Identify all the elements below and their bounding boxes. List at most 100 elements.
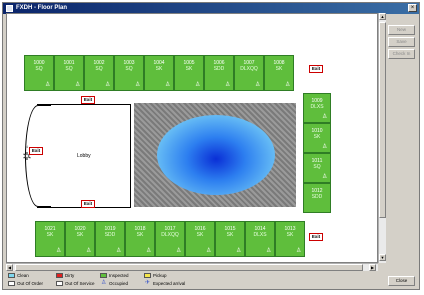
room-1015[interactable]: 1015 SK ♙ bbox=[215, 221, 245, 257]
occupied-icon: ♙ bbox=[285, 82, 291, 88]
legend-label: Pickup bbox=[153, 273, 167, 278]
status-legend: Clean Dirty Inspected Pickup Out Of Orde… bbox=[8, 273, 378, 289]
occupied-icon: ♙ bbox=[146, 248, 152, 254]
room-1007[interactable]: 1007 DLXQQ ♙ bbox=[234, 55, 264, 91]
room-1008[interactable]: 1008 SK ♙ bbox=[264, 55, 294, 91]
room-type: SQ bbox=[313, 164, 321, 170]
vertical-scroll-thumb[interactable] bbox=[379, 22, 386, 218]
room-1002[interactable]: 1002 SQ ♙ bbox=[84, 55, 114, 91]
room-type: SK bbox=[313, 134, 321, 140]
occupied-icon: ♙ bbox=[176, 248, 182, 254]
horizontal-scrollbar[interactable]: ◀ ▶ bbox=[6, 263, 378, 271]
close-button[interactable]: Close bbox=[388, 276, 415, 286]
room-1021[interactable]: 1021 SK ♙ bbox=[35, 221, 65, 257]
room-type: SQ bbox=[125, 66, 133, 72]
occupied-icon: ♙ bbox=[56, 248, 62, 254]
room-1001[interactable]: 1001 SQ ♙ bbox=[54, 55, 84, 91]
save-button[interactable]: Save bbox=[388, 37, 415, 47]
scroll-up-icon[interactable]: ▲ bbox=[379, 13, 386, 20]
occupied-icon: ♙ bbox=[255, 82, 261, 88]
room-1013[interactable]: 1013 SK ♙ bbox=[275, 221, 305, 257]
room-type: SK bbox=[46, 232, 54, 238]
room-type: DLXS bbox=[253, 232, 267, 238]
occupied-icon: ♙ bbox=[86, 248, 92, 254]
vertical-scrollbar[interactable]: ▲ ▼ bbox=[378, 13, 386, 263]
out-of-order-swatch bbox=[8, 281, 15, 286]
occupied-icon: ♙ bbox=[266, 248, 272, 254]
swimming-pool bbox=[157, 115, 275, 195]
legend-label: Clean bbox=[17, 273, 29, 278]
compass-north-label: N bbox=[25, 144, 28, 149]
occupied-icon: ♙ bbox=[101, 280, 107, 286]
out-of-service-swatch bbox=[56, 281, 63, 286]
room-type: SK bbox=[136, 232, 144, 238]
occupied-icon: ♙ bbox=[165, 82, 171, 88]
occupied-icon: ♙ bbox=[116, 248, 122, 254]
room-1018[interactable]: 1018 SK ♙ bbox=[125, 221, 155, 257]
room-1011[interactable]: 1011 SQ ♙ bbox=[303, 153, 331, 183]
occupied-icon: ♙ bbox=[105, 82, 111, 88]
scroll-right-icon[interactable]: ▶ bbox=[369, 264, 376, 271]
occupied-icon: ♙ bbox=[236, 248, 242, 254]
room-type: DLXQQ bbox=[240, 66, 258, 72]
room-1005[interactable]: 1005 SK ♙ bbox=[174, 55, 204, 91]
occupied-icon: ♙ bbox=[45, 82, 51, 88]
room-type: SDD bbox=[104, 232, 116, 238]
room-1016[interactable]: 1016 SK ♙ bbox=[185, 221, 215, 257]
room-1019[interactable]: 1019 SDD ♙ bbox=[95, 221, 125, 257]
room-type: SK bbox=[226, 232, 234, 238]
room-type: SDD bbox=[311, 194, 323, 200]
inspected-swatch bbox=[100, 273, 107, 278]
room-1000[interactable]: 1000 SQ ♙ bbox=[24, 55, 54, 91]
exit-sign-bottom-right: Exit bbox=[309, 233, 323, 241]
occupied-icon: ♙ bbox=[206, 248, 212, 254]
floor-plan-canvas: 1000 SQ ♙ 1001 SQ ♙ 1002 SQ ♙ 1003 SQ ♙ 1004 SK ♙ … bbox=[6, 13, 378, 263]
dirty-swatch bbox=[56, 273, 63, 278]
legend-label: Out Of Service bbox=[65, 281, 95, 286]
room-type: SK bbox=[76, 232, 84, 238]
room-type: SK bbox=[286, 232, 294, 238]
scroll-down-icon[interactable]: ▼ bbox=[379, 254, 386, 261]
room-1003[interactable]: 1003 SQ ♙ bbox=[114, 55, 144, 91]
room-type: SK bbox=[275, 66, 283, 72]
room-type: SQ bbox=[95, 66, 103, 72]
exit-sign-top-right: Exit bbox=[309, 65, 323, 73]
action-panel: New Save Check In Close bbox=[388, 13, 416, 288]
clean-swatch bbox=[8, 273, 15, 278]
check-in-button[interactable]: Check In bbox=[388, 49, 415, 59]
room-type: SQ bbox=[35, 66, 43, 72]
exit-sign-lobby-bottom: Exit bbox=[81, 200, 95, 208]
occupied-icon: ♙ bbox=[322, 114, 328, 120]
horizontal-scroll-thumb[interactable] bbox=[15, 264, 363, 271]
pickup-swatch bbox=[144, 273, 151, 278]
new-button[interactable]: New bbox=[388, 25, 415, 35]
room-1009[interactable]: 1009 DLXS ♙ bbox=[303, 93, 331, 123]
occupied-icon: ♙ bbox=[75, 82, 81, 88]
legend-label: Out Of Order bbox=[17, 281, 44, 286]
window-title: FXDH - Floor Plan bbox=[16, 5, 67, 11]
expected-arrival-icon: ✈ bbox=[145, 280, 151, 286]
room-1020[interactable]: 1020 SK ♙ bbox=[65, 221, 95, 257]
exit-sign-lobby-left: Exit bbox=[29, 147, 43, 155]
occupied-icon: ♙ bbox=[296, 248, 302, 254]
room-1014[interactable]: 1014 DLXS ♙ bbox=[245, 221, 275, 257]
close-window-icon[interactable]: × bbox=[408, 4, 417, 12]
room-type: SK bbox=[155, 66, 163, 72]
room-type: SK bbox=[185, 66, 193, 72]
room-1010[interactable]: 1010 SK ♙ bbox=[303, 123, 331, 153]
occupied-icon: ♙ bbox=[322, 144, 328, 150]
room-1006[interactable]: 1006 SDD ♙ bbox=[204, 55, 234, 91]
scroll-left-icon[interactable]: ◀ bbox=[6, 264, 13, 271]
occupied-icon: ♙ bbox=[195, 82, 201, 88]
occupied-icon: ♙ bbox=[322, 174, 328, 180]
legend-label: Occupied bbox=[109, 281, 129, 286]
room-1017[interactable]: 1017 DLXQQ ♙ bbox=[155, 221, 185, 257]
exit-sign-lobby-top: Exit bbox=[81, 96, 95, 104]
room-1012[interactable]: 1012 SDD bbox=[303, 183, 331, 213]
legend-label: Inspected bbox=[109, 273, 129, 278]
legend-label: Expected arrival bbox=[153, 281, 186, 286]
legend-label: Dirty bbox=[65, 273, 75, 278]
occupied-icon: ♙ bbox=[135, 82, 141, 88]
lobby-label: Lobby bbox=[77, 153, 91, 159]
room-1004[interactable]: 1004 SK ♙ bbox=[144, 55, 174, 91]
